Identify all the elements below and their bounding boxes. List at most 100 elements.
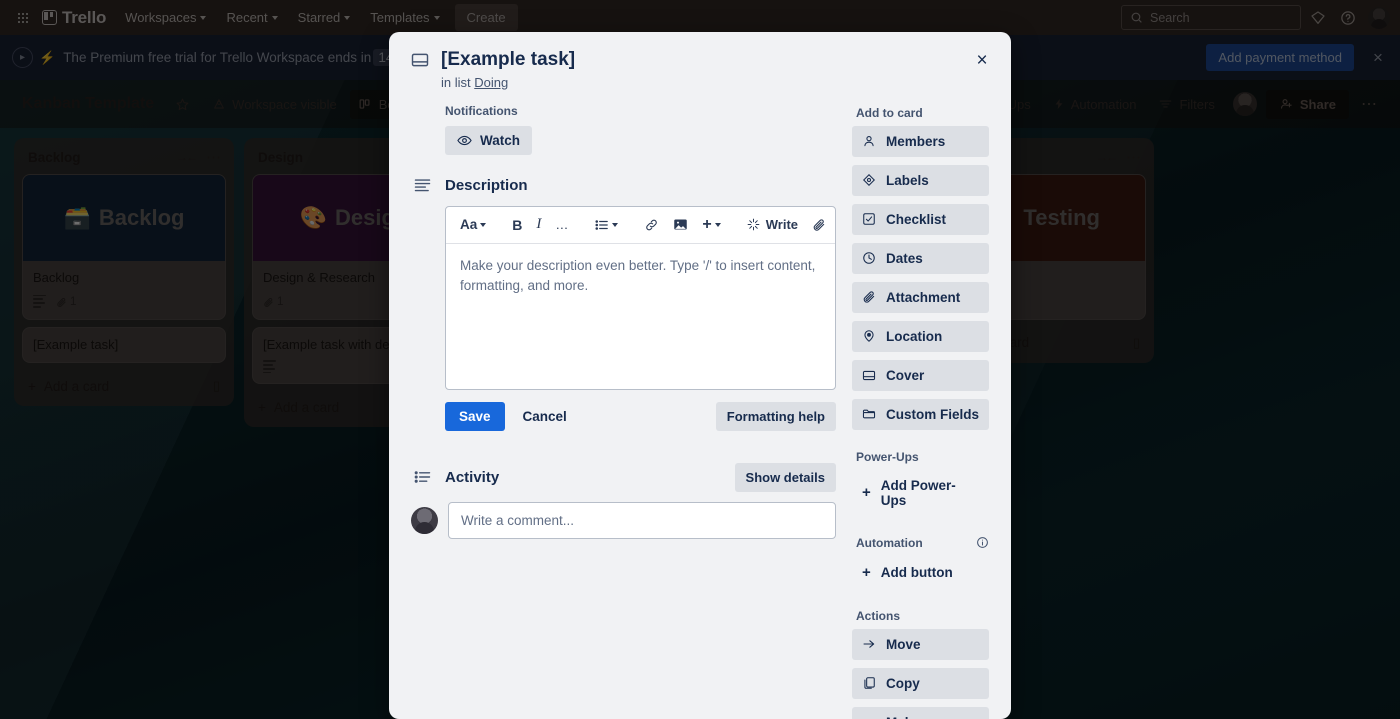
plus-icon: + xyxy=(862,563,871,581)
sidebar-item-copy[interactable]: Copy xyxy=(852,667,989,699)
plus-icon: + xyxy=(862,484,871,502)
add-powerups-label: Add Power-Ups xyxy=(880,477,956,508)
add-to-card-heading: Add to card xyxy=(856,106,989,120)
sparkle-icon xyxy=(747,218,760,231)
card-title[interactable]: [Example task] xyxy=(441,48,575,72)
description-lines-icon xyxy=(411,178,433,192)
activity-title: Activity xyxy=(445,468,500,486)
actions-heading: Actions xyxy=(856,609,989,623)
modal-body: Notifications Watch Description Aa B I …… xyxy=(411,104,989,719)
sidebar-item-label: Make template xyxy=(886,715,979,719)
formatting-help-button[interactable]: Formatting help xyxy=(715,401,836,431)
sidebar-item-label: Attachment xyxy=(886,289,961,305)
ai-write-button[interactable]: Write xyxy=(741,213,804,236)
sidebar-item-dates[interactable]: Dates xyxy=(852,242,989,274)
copy-icon xyxy=(864,677,875,690)
modal-sidebar: Add to card Members Labels Checklist Dat… xyxy=(852,104,989,719)
comment-input[interactable]: Write a comment... xyxy=(448,501,836,539)
sidebar-item-move[interactable]: Move xyxy=(852,628,989,660)
trello-app: Trello Workspaces Recent Starred Templat… xyxy=(0,0,1400,719)
eye-icon xyxy=(457,135,472,145)
person-icon xyxy=(864,136,874,147)
sidebar-item-label: Members xyxy=(886,133,946,149)
paperclip-icon xyxy=(813,219,825,231)
modal-content: [Example task] in list Doing Notificatio… xyxy=(389,32,1011,719)
bullet-list-icon xyxy=(595,219,609,230)
list-button[interactable] xyxy=(589,215,624,235)
cancel-button[interactable]: Cancel xyxy=(511,402,579,431)
list-link[interactable]: Doing xyxy=(474,75,508,90)
label-icon xyxy=(863,174,875,187)
comment-row: Write a comment... xyxy=(411,501,836,539)
custom-fields-icon xyxy=(862,409,876,419)
sidebar-item-label: Copy xyxy=(886,675,920,691)
sidebar-item-label: Custom Fields xyxy=(886,406,980,422)
sidebar-item-attachment[interactable]: Attachment xyxy=(852,281,989,313)
powerups-heading: Power-Ups xyxy=(856,450,989,464)
sidebar-item-label: Cover xyxy=(886,367,925,383)
write-label: Write xyxy=(765,217,798,233)
watch-button[interactable]: Watch xyxy=(445,125,532,155)
sidebar-item-make-template[interactable]: Make template xyxy=(852,706,989,719)
close-icon[interactable]: × xyxy=(967,46,997,76)
italic-button[interactable]: I xyxy=(530,212,547,237)
chevron-down-icon xyxy=(612,222,619,227)
text-style-button[interactable]: Aa xyxy=(454,213,492,236)
automation-label: Automation xyxy=(856,535,923,550)
description-editor: Aa B I … + Write Make your description e… xyxy=(445,205,836,390)
image-button[interactable] xyxy=(667,214,694,235)
editor-toolbar: Aa B I … + Write xyxy=(446,207,835,244)
modal-title-row: [Example task] in list Doing xyxy=(411,48,989,90)
notifications-label: Notifications xyxy=(445,103,518,118)
sidebar-item-label: Checklist xyxy=(886,211,947,227)
bold-glyph: B xyxy=(512,216,523,233)
bold-button[interactable]: B xyxy=(506,213,528,237)
save-button[interactable]: Save xyxy=(445,401,505,431)
add-to-card-label: Add to card xyxy=(856,105,923,120)
show-details-button[interactable]: Show details xyxy=(734,462,836,492)
info-circle-icon[interactable] xyxy=(976,536,989,549)
description-input[interactable]: Make your description even better. Type … xyxy=(446,244,835,389)
clock-icon xyxy=(863,252,875,265)
location-pin-icon xyxy=(864,330,874,343)
card-list-location: in list Doing xyxy=(441,75,575,90)
add-powerups-button[interactable]: + Add Power-Ups xyxy=(852,470,989,516)
sidebar-item-label: Dates xyxy=(886,250,923,266)
sidebar-item-location[interactable]: Location xyxy=(852,320,989,352)
plus-glyph: + xyxy=(702,215,712,233)
actions-label: Actions xyxy=(856,608,901,623)
attachment-button[interactable] xyxy=(806,214,832,236)
sidebar-item-label: Move xyxy=(886,636,921,652)
powerups-label: Power-Ups xyxy=(856,449,919,464)
in-list-prefix: in list xyxy=(441,74,471,90)
sidebar-item-members[interactable]: Members xyxy=(852,125,989,157)
italic-glyph: I xyxy=(536,216,542,233)
more-glyph: … xyxy=(555,217,570,233)
automation-heading: Automation xyxy=(856,536,989,550)
sidebar-item-cover[interactable]: Cover xyxy=(852,359,989,391)
more-formatting-button[interactable]: … xyxy=(549,213,575,236)
card-detail-modal: × [Example task] in list Doing Notificat… xyxy=(389,32,1011,719)
sidebar-item-labels[interactable]: Labels xyxy=(852,164,989,196)
link-button[interactable] xyxy=(638,214,665,236)
watch-label: Watch xyxy=(480,132,520,148)
text-style-label: Aa xyxy=(460,217,478,233)
link-icon xyxy=(646,219,658,230)
arrow-right-icon xyxy=(863,640,875,649)
user-avatar[interactable] xyxy=(411,506,438,534)
markdown-button[interactable]: M↓ xyxy=(834,215,835,235)
insert-button[interactable]: + xyxy=(696,212,726,238)
card-cover-icon xyxy=(411,52,429,68)
sidebar-item-checklist[interactable]: Checklist xyxy=(852,203,989,235)
sidebar-item-custom-fields[interactable]: Custom Fields xyxy=(852,398,989,430)
description-actions: Save Cancel Formatting help xyxy=(445,401,836,431)
description-title: Description xyxy=(445,176,528,194)
activity-section-header: Activity Show details xyxy=(411,462,836,492)
checkbox-icon xyxy=(863,213,875,226)
activity-list-icon xyxy=(411,470,433,484)
paperclip-icon xyxy=(863,291,875,303)
add-button-action[interactable]: + Add button xyxy=(852,556,989,589)
